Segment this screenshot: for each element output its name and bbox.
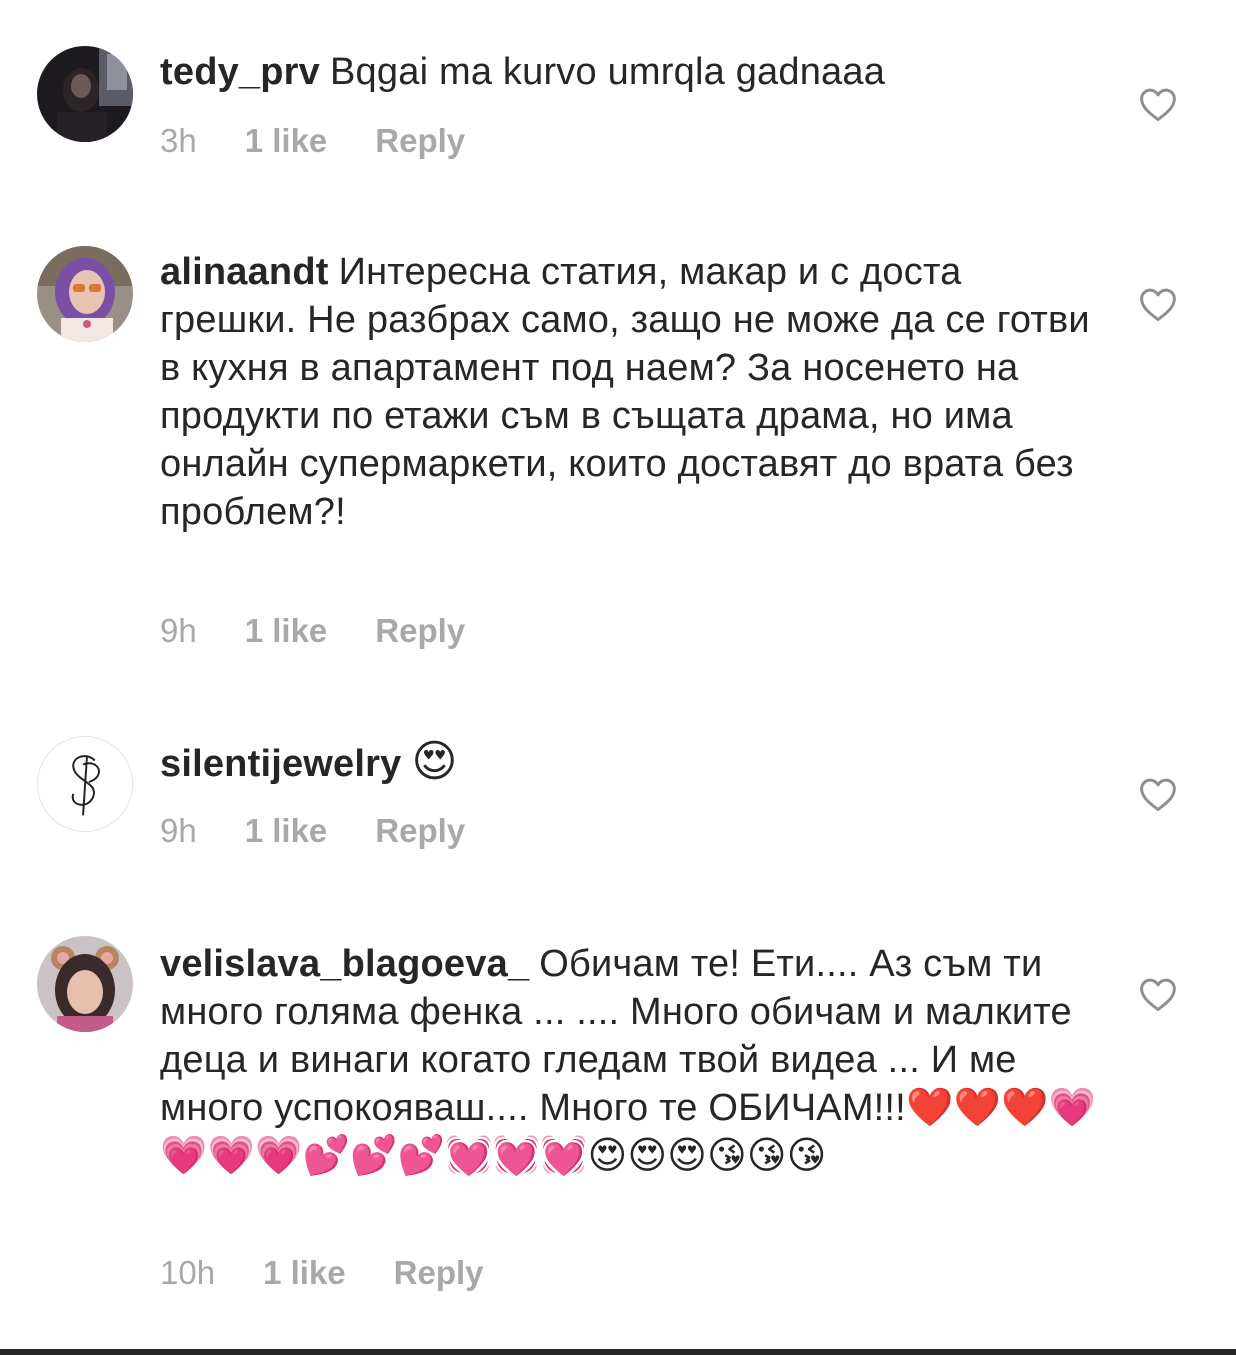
comment-username[interactable]: silentijewelry — [160, 743, 401, 785]
dark-portrait-avatar-icon — [37, 46, 133, 142]
avatar[interactable] — [37, 936, 133, 1032]
comment-username[interactable]: tedy_prv — [160, 51, 320, 93]
divider — [0, 1349, 1236, 1355]
comment-timestamp: 9h — [160, 612, 197, 649]
bear-ears-filter-portrait-avatar-icon — [37, 936, 133, 1032]
comment-text: Интересна статия, макар и с доста грешки… — [160, 251, 1090, 533]
heart-outline-icon[interactable] — [1138, 286, 1178, 322]
heart-outline-icon[interactable] — [1138, 976, 1178, 1012]
avatar[interactable] — [37, 46, 133, 142]
comment-timestamp: 3h — [160, 122, 197, 159]
comment-like-count[interactable]: 1 like — [245, 612, 328, 650]
avatar[interactable] — [37, 246, 133, 342]
avatar[interactable] — [37, 736, 133, 832]
comment-text: 😍 — [411, 737, 458, 786]
comment-text: Bqgai ma kurvo umrqla gadnaaa — [330, 51, 886, 93]
heart-outline-icon[interactable] — [1138, 776, 1178, 812]
purple-hair-portrait-avatar-icon — [37, 246, 133, 342]
comment-timestamp: 9h — [160, 812, 197, 849]
comment-like-count[interactable]: 1 like — [245, 122, 328, 160]
heart-outline-icon[interactable] — [1138, 86, 1178, 122]
reply-button[interactable]: Reply — [375, 812, 465, 850]
comment-username[interactable]: velislava_blagoeva_ — [160, 943, 529, 985]
comment-like-count[interactable]: 1 like — [263, 1254, 346, 1292]
comment-timestamp: 10h — [160, 1254, 216, 1291]
sp-monogram-logo-avatar-icon — [38, 737, 132, 831]
reply-button[interactable]: Reply — [375, 612, 465, 650]
reply-button[interactable]: Reply — [394, 1254, 484, 1292]
comment-username[interactable]: alinaandt — [160, 251, 329, 293]
comment-like-count[interactable]: 1 like — [245, 812, 328, 850]
reply-button[interactable]: Reply — [375, 122, 465, 160]
